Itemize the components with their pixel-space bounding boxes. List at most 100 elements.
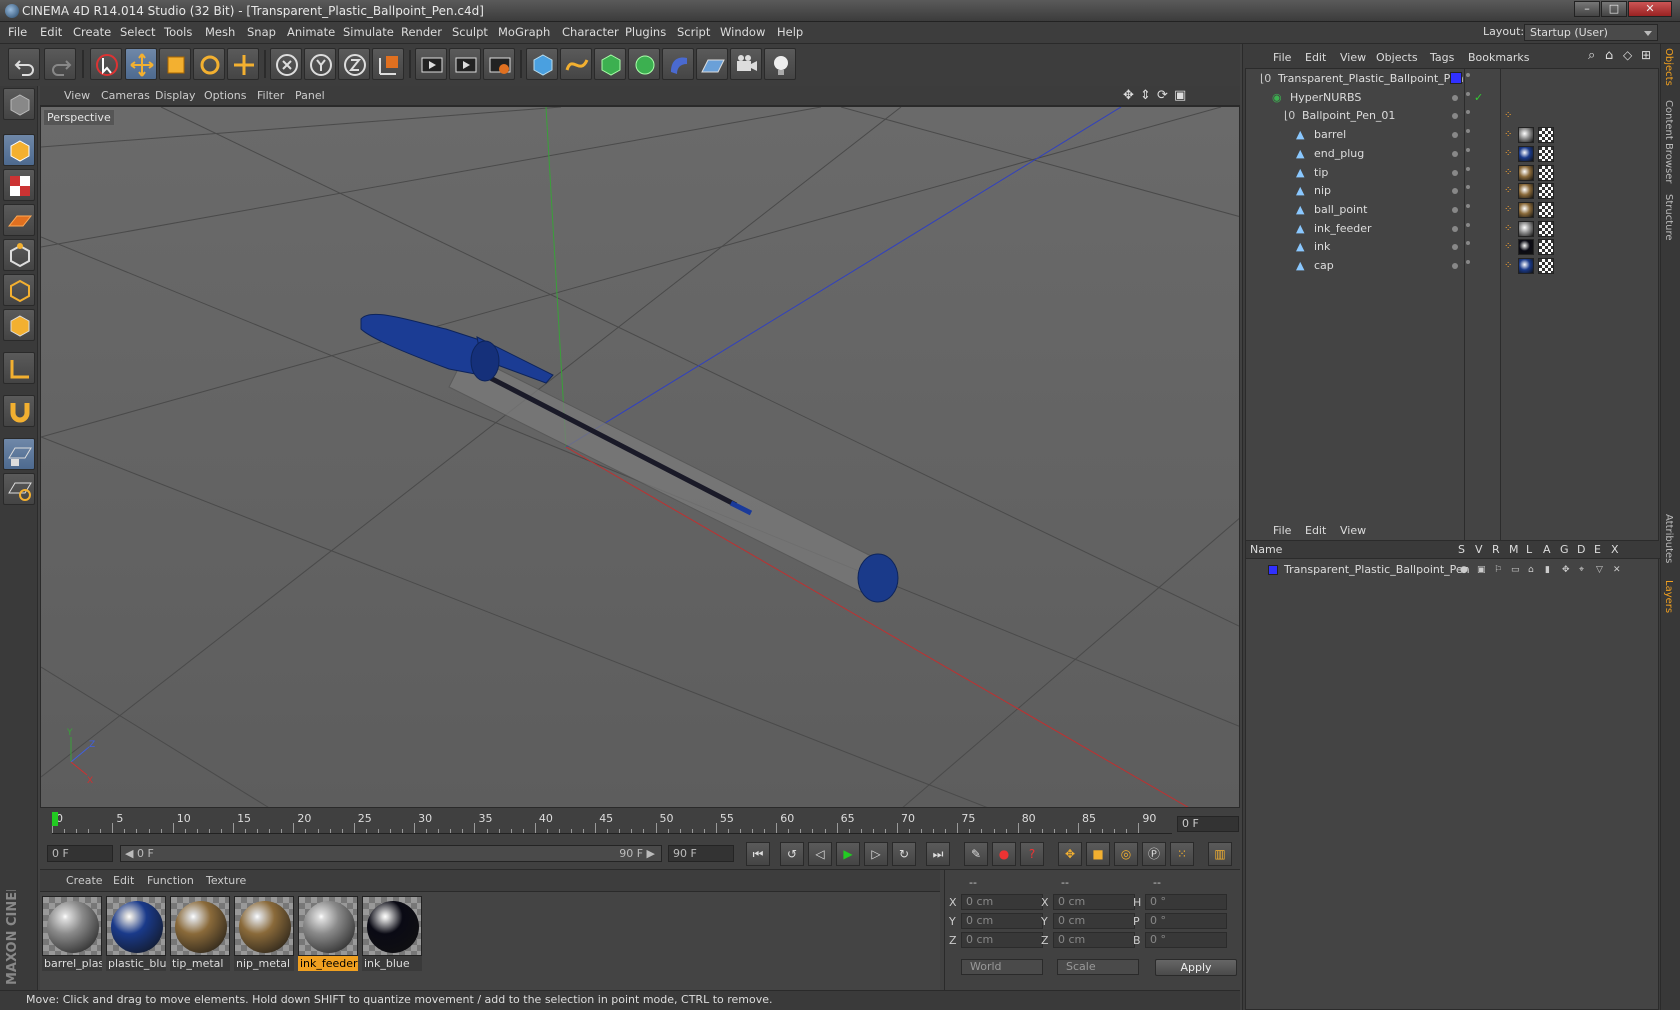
layer-column-d[interactable]: D	[1577, 543, 1585, 556]
menu-file[interactable]: File	[8, 25, 27, 39]
viewport-zoom-icon[interactable]: ⇕	[1140, 88, 1151, 103]
editor-visibility-dot[interactable]	[1452, 132, 1458, 139]
viewport-menu-cameras[interactable]: Cameras	[101, 89, 150, 102]
material-swatch[interactable]: tip_metal	[170, 896, 230, 972]
phong-tag-icon[interactable]: ⁘	[1504, 125, 1512, 145]
viewport-menu-panel[interactable]: Panel	[295, 89, 325, 102]
layer-flag-icon[interactable]: ✥	[1562, 561, 1570, 579]
layer-flag-icon[interactable]: ⌂	[1528, 561, 1534, 579]
viewport-menu-filter[interactable]: Filter	[257, 89, 284, 102]
spline-button[interactable]	[560, 48, 592, 80]
current-frame-field[interactable]: 0 F	[1177, 816, 1239, 832]
material-menu-function[interactable]: Function	[147, 874, 194, 887]
menu-animate[interactable]: Animate	[287, 25, 335, 39]
layer-color-swatch[interactable]	[1268, 565, 1278, 575]
texture-tag-icon[interactable]	[1538, 258, 1554, 274]
objects-menu-objects[interactable]: Objects	[1376, 51, 1418, 64]
goto-prev-key-button[interactable]: ↺	[780, 842, 804, 866]
coordinate-system-button[interactable]	[372, 48, 404, 80]
x-axis-button[interactable]	[270, 48, 302, 80]
object-row[interactable]: ▲ ball_point ⁘	[1246, 200, 1660, 220]
array-button[interactable]	[628, 48, 660, 80]
autokey-button[interactable]: ●	[992, 842, 1016, 866]
size-mode-select[interactable]: Scale	[1057, 959, 1139, 975]
editor-visibility-dot[interactable]	[1452, 263, 1458, 269]
timeline-ruler[interactable]: 0 5 10 15 20 25 30 35 40 45 50 55 60 65 70 75 80 85 90	[52, 812, 1172, 834]
perspective-viewport[interactable]: Y Z X Perspective	[40, 106, 1240, 808]
object-row[interactable]: ▲ ink ⁘	[1246, 237, 1660, 257]
viewport-maximize-icon[interactable]: ▣	[1174, 88, 1186, 103]
key-position-button[interactable]: ✥	[1058, 842, 1082, 866]
object-row[interactable]: ▲ barrel ⁘	[1246, 125, 1660, 145]
menu-sculpt[interactable]: Sculpt	[452, 25, 488, 39]
render-visibility-dot[interactable]	[1466, 203, 1470, 208]
layer-column-s[interactable]: S	[1458, 543, 1465, 556]
layers-menu-view[interactable]: View	[1340, 524, 1366, 537]
objects-menu-edit[interactable]: Edit	[1305, 51, 1326, 64]
coord-value-field[interactable]: 0 cm	[961, 894, 1043, 910]
key-scale-button[interactable]: ■	[1086, 842, 1110, 866]
tab-layers[interactable]: Layers	[1663, 580, 1674, 613]
phong-tag-icon[interactable]: ⁘	[1504, 181, 1512, 201]
texture-tag-icon[interactable]	[1538, 239, 1554, 256]
key-rotation-button[interactable]: ◎	[1114, 842, 1138, 866]
material-swatch[interactable]: ink_feeder	[298, 896, 358, 972]
menu-window[interactable]: Window	[720, 25, 765, 39]
material-swatch[interactable]: ink_blue	[362, 896, 422, 972]
deformer-button[interactable]	[662, 48, 694, 80]
menu-snap[interactable]: Snap	[247, 25, 276, 39]
home-icon[interactable]: ⌂	[1605, 48, 1613, 63]
object-row[interactable]: ⌊0 Ballpoint_Pen_01 ⁘	[1246, 106, 1660, 126]
object-tree[interactable]: ⌊0 Transparent_Plastic_Ballpoint_Pen ◉ Hype…	[1245, 68, 1660, 559]
phong-tag-icon[interactable]: ⁘	[1504, 106, 1512, 126]
key-parameter-button[interactable]: Ⓟ	[1142, 842, 1166, 866]
objects-menu-tags[interactable]: Tags	[1430, 51, 1454, 64]
minimize-button[interactable]: –	[1574, 1, 1600, 17]
end-frame-field[interactable]: 90 F	[668, 845, 734, 862]
layer-column-l[interactable]: L	[1526, 543, 1532, 556]
material-swatch[interactable]: plastic_blu	[106, 896, 166, 972]
coord-value-field[interactable]: 0 °	[1145, 894, 1227, 910]
workplane-lock-button[interactable]	[3, 438, 35, 470]
layer-row[interactable]: Transparent_Plastic_Ballpoint_Pen ● ▣ ⚐ ▭ ⌂ ▮ ✥…	[1246, 561, 1660, 579]
material-swatch[interactable]: barrel_plas	[42, 896, 102, 972]
texture-tag-icon[interactable]	[1538, 220, 1554, 237]
material-menu-edit[interactable]: Edit	[113, 874, 134, 887]
texture-mode-button[interactable]	[3, 169, 35, 201]
camera-button[interactable]	[730, 48, 762, 80]
menu-render[interactable]: Render	[401, 25, 442, 39]
snap-button[interactable]	[3, 395, 35, 427]
layer-column-g[interactable]: G	[1560, 543, 1569, 556]
layer-flag-icon[interactable]: ⚐	[1494, 561, 1502, 579]
phong-tag-icon[interactable]: ⁘	[1504, 219, 1512, 239]
editor-visibility-dot[interactable]	[1452, 188, 1458, 195]
record-keys-button[interactable]: ✎	[964, 842, 988, 866]
menu-character[interactable]: Character	[562, 25, 619, 39]
floor-button[interactable]	[696, 48, 728, 80]
new-window-icon[interactable]: ⊞	[1641, 48, 1651, 62]
layer-flag-icon[interactable]: ⌖	[1579, 561, 1584, 579]
menu-edit[interactable]: Edit	[40, 25, 62, 39]
coord-value-field[interactable]: 0 cm	[961, 932, 1043, 948]
timeline-window-button[interactable]: ▥	[1208, 842, 1232, 866]
render-visibility-dot[interactable]	[1466, 241, 1470, 246]
menu-plugins[interactable]: Plugins	[625, 25, 666, 39]
move-tool-button[interactable]	[125, 48, 157, 80]
editor-visibility-dot[interactable]	[1452, 206, 1458, 213]
object-row[interactable]: ▲ cap ⁘	[1246, 256, 1660, 276]
object-row[interactable]: ▲ ink_feeder ⁘	[1246, 219, 1660, 239]
render-visibility-dot[interactable]	[1466, 260, 1470, 264]
render-visibility-dot[interactable]	[1466, 129, 1470, 134]
editor-visibility-dot[interactable]	[1452, 94, 1458, 101]
menu-help[interactable]: Help	[777, 25, 803, 39]
scale-tool-button[interactable]	[159, 48, 191, 80]
layer-flag-icon[interactable]: ▮	[1545, 561, 1550, 579]
viewport-pan-icon[interactable]: ✥	[1123, 88, 1134, 103]
layer-column-m[interactable]: M	[1509, 543, 1519, 556]
render-picture-viewer-button[interactable]	[449, 48, 481, 80]
coord-value-field[interactable]: 0 cm	[1053, 894, 1135, 910]
nurbs-button[interactable]	[594, 48, 626, 80]
editor-visibility-dot[interactable]	[1452, 225, 1458, 232]
model-mode-button[interactable]	[3, 134, 35, 166]
render-visibility-dot[interactable]	[1466, 222, 1470, 227]
